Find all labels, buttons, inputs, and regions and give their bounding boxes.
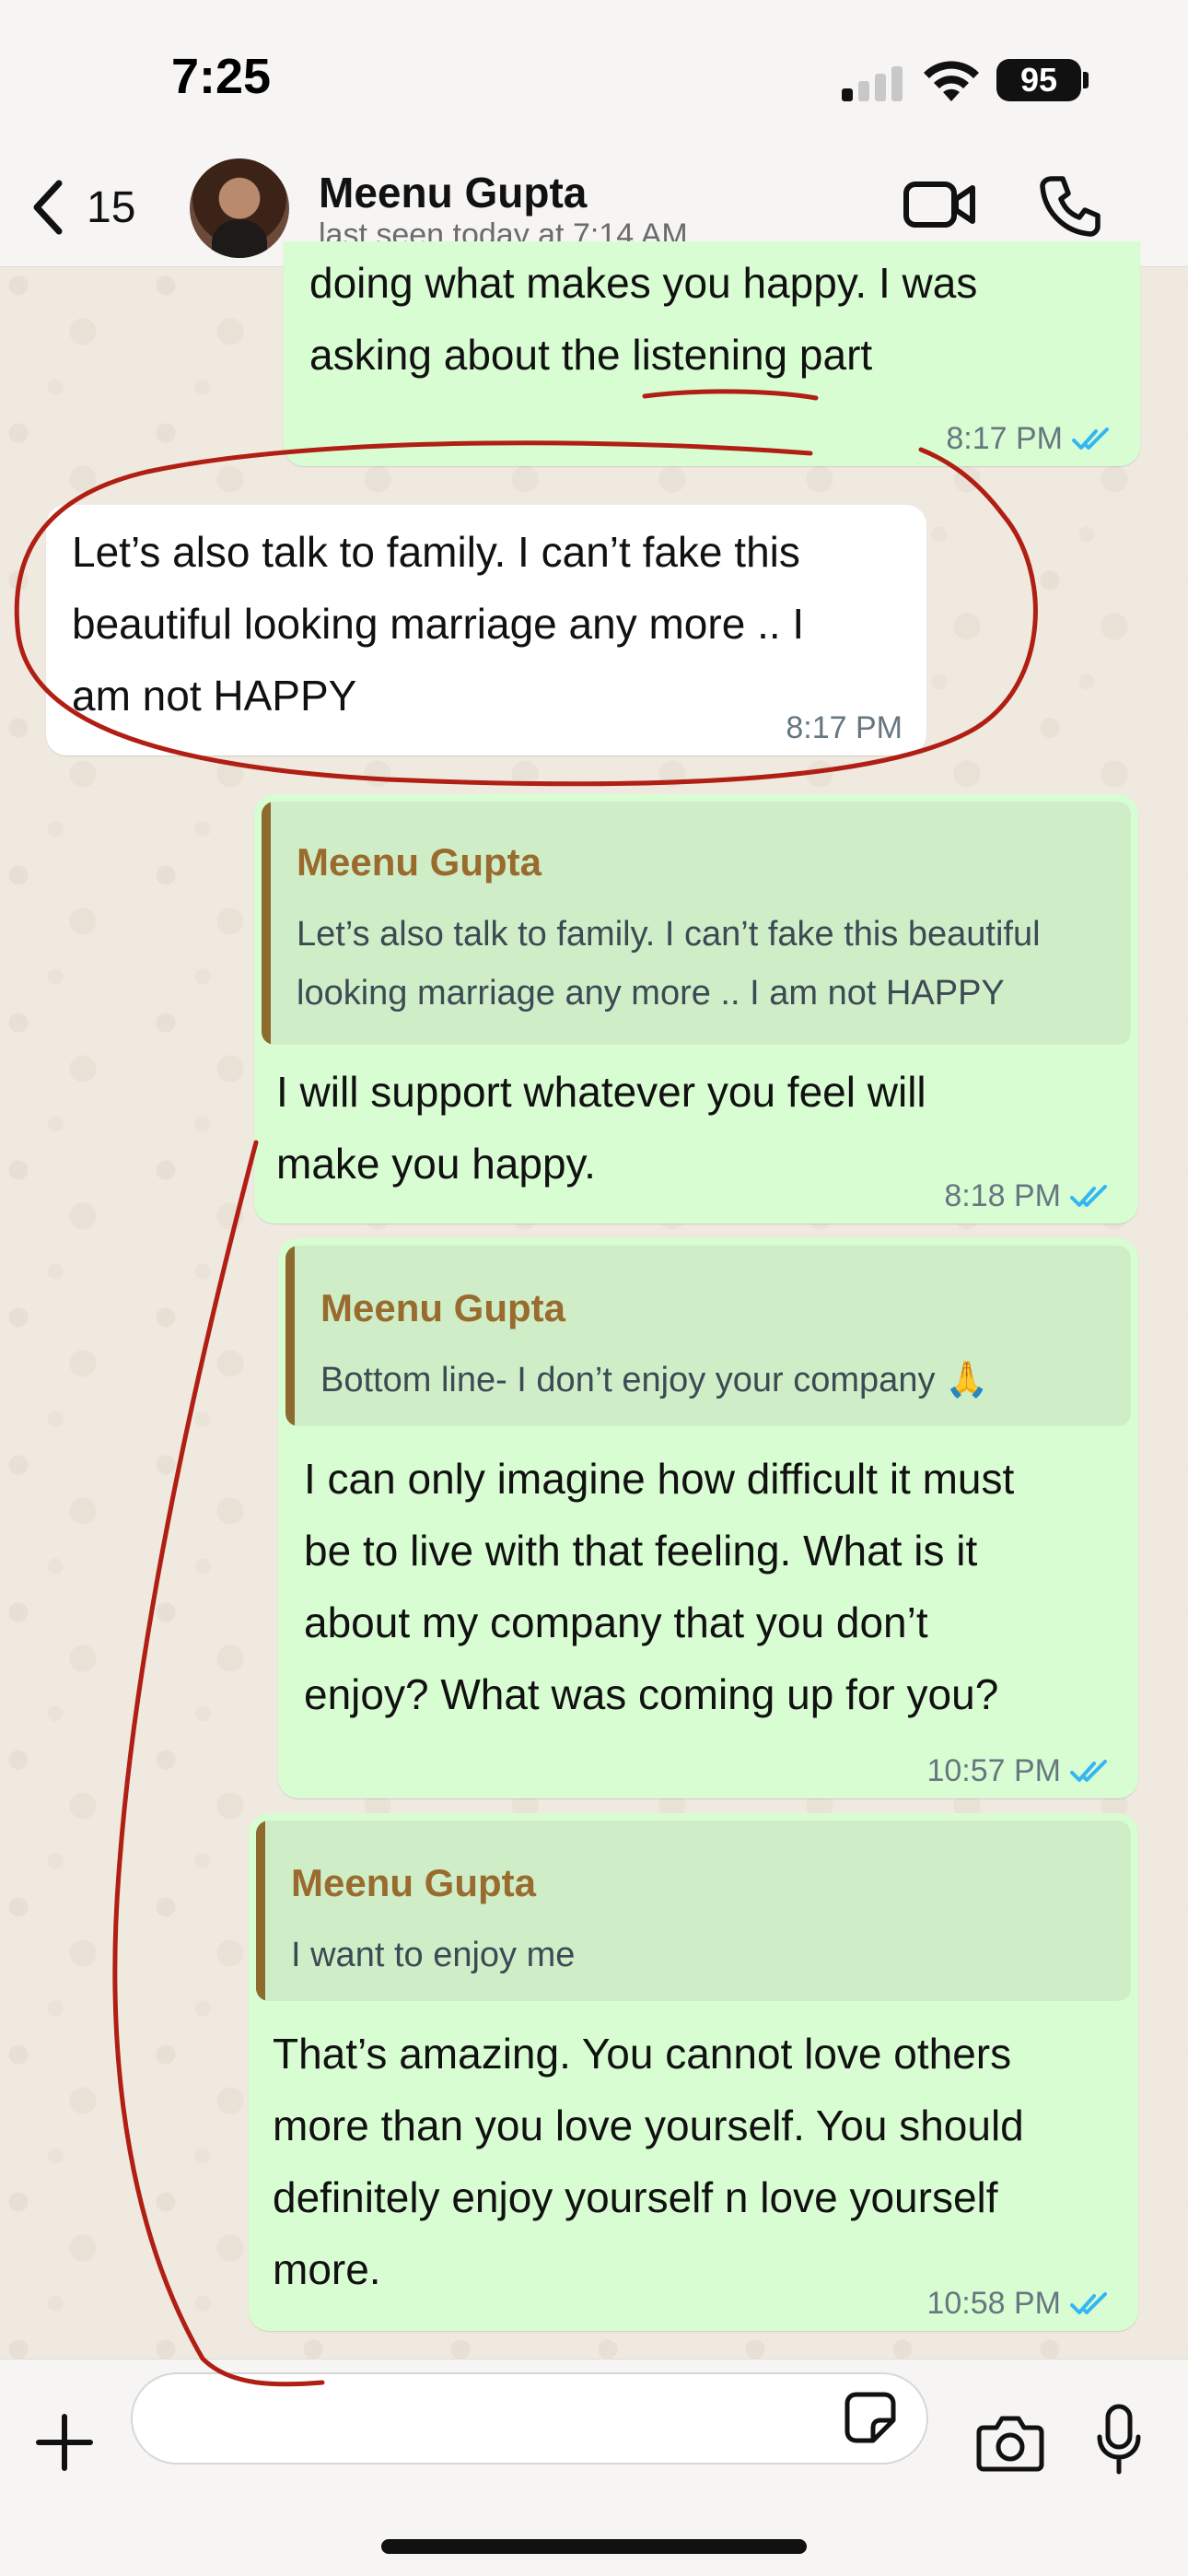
message-input[interactable] bbox=[131, 2372, 928, 2465]
message-line: beautiful looking marriage any more .. I bbox=[72, 600, 805, 648]
message-line: asking about the listening part bbox=[309, 331, 873, 379]
message-meta: 10:57 PM bbox=[926, 1753, 1114, 1789]
quote-accent-bar bbox=[256, 1821, 265, 2001]
contact-name[interactable]: Meenu Gupta bbox=[319, 168, 587, 217]
message-meta: 8:17 PM bbox=[786, 710, 903, 746]
camera-icon[interactable] bbox=[976, 2413, 1044, 2472]
unread-count: 15 bbox=[87, 182, 136, 232]
message-bubble-outgoing[interactable]: Meenu Gupta Let’s also talk to family. I… bbox=[254, 794, 1138, 1224]
battery-indicator: 95 bbox=[996, 59, 1081, 101]
message-line: enjoy? What was coming up for you? bbox=[304, 1670, 999, 1718]
message-line: am not HAPPY bbox=[72, 672, 357, 720]
quote-line: Bottom line- I don’t enjoy your company … bbox=[320, 1361, 989, 1399]
message-time: 10:57 PM bbox=[926, 1753, 1061, 1788]
message-bubble-outgoing[interactable]: Meenu Gupta Bottom line- I don’t enjoy y… bbox=[278, 1238, 1138, 1798]
read-ticks-icon bbox=[1070, 1759, 1107, 1782]
message-bubble-outgoing[interactable]: doing what makes you happy. I was asking… bbox=[284, 241, 1140, 466]
message-time: 8:17 PM bbox=[786, 710, 903, 745]
quote-accent-bar bbox=[285, 1246, 295, 1426]
phone-icon[interactable] bbox=[1039, 173, 1103, 238]
quoted-message[interactable]: Meenu Gupta I want to enjoy me bbox=[256, 1821, 1131, 2001]
status-bar: 7:25 95 bbox=[0, 0, 1188, 147]
message-line: be to live with that feeling. What is it bbox=[304, 1527, 978, 1575]
cellular-signal-icon bbox=[842, 64, 906, 101]
quote-line: I want to enjoy me bbox=[291, 1936, 576, 1974]
quoted-message[interactable]: Meenu Gupta Let’s also talk to family. I… bbox=[262, 802, 1131, 1045]
sticker-icon[interactable] bbox=[844, 2391, 897, 2444]
message-time: 8:18 PM bbox=[944, 1178, 1061, 1213]
message-line: I will support whatever you feel will bbox=[276, 1068, 926, 1116]
quote-author: Meenu Gupta bbox=[297, 840, 542, 884]
video-call-icon[interactable] bbox=[903, 175, 976, 234]
status-time: 7:25 bbox=[171, 49, 272, 104]
message-line: definitely enjoy yourself n love yoursel… bbox=[273, 2173, 998, 2221]
message-line: more. bbox=[273, 2245, 381, 2293]
plus-icon[interactable] bbox=[35, 2413, 94, 2472]
message-time: 8:17 PM bbox=[946, 421, 1063, 456]
message-meta: 10:58 PM bbox=[926, 2286, 1114, 2322]
quote-author: Meenu Gupta bbox=[291, 1861, 537, 1904]
message-line: make you happy. bbox=[276, 1140, 596, 1188]
quoted-message[interactable]: Meenu Gupta Bottom line- I don’t enjoy y… bbox=[285, 1246, 1131, 1426]
message-meta: 8:18 PM bbox=[944, 1178, 1114, 1214]
message-line: That’s amazing. You cannot love others bbox=[273, 2030, 1012, 2078]
avatar[interactable] bbox=[190, 158, 289, 258]
message-line: I can only imagine how difficult it must bbox=[304, 1455, 1015, 1503]
message-line: Let’s also talk to family. I can’t fake … bbox=[72, 528, 800, 576]
message-line: more than you love yourself. You should bbox=[273, 2102, 1024, 2149]
message-line: doing what makes you happy. I was bbox=[309, 259, 978, 307]
quote-line: Let’s also talk to family. I can’t fake … bbox=[297, 915, 1041, 954]
back-button[interactable]: 15 bbox=[28, 175, 135, 240]
message-bubble-incoming[interactable]: Let’s also talk to family. I can’t fake … bbox=[46, 505, 926, 755]
quote-line: looking marriage any more .. I am not HA… bbox=[297, 974, 1005, 1013]
microphone-icon[interactable] bbox=[1096, 2404, 1142, 2476]
battery-tip bbox=[1083, 72, 1089, 88]
chevron-left-icon bbox=[33, 180, 63, 235]
message-bubble-outgoing[interactable]: Meenu Gupta I want to enjoy me That’s am… bbox=[249, 1813, 1138, 2331]
message-meta: 8:17 PM bbox=[946, 421, 1116, 457]
wifi-icon bbox=[924, 61, 979, 101]
quote-accent-bar bbox=[262, 802, 271, 1045]
home-indicator bbox=[381, 2539, 807, 2554]
quote-author: Meenu Gupta bbox=[320, 1286, 566, 1329]
read-ticks-icon bbox=[1072, 427, 1109, 450]
read-ticks-icon bbox=[1070, 2291, 1107, 2314]
message-line: about my company that you don’t bbox=[304, 1598, 928, 1646]
read-ticks-icon bbox=[1070, 1184, 1107, 1207]
message-time: 10:58 PM bbox=[926, 2286, 1061, 2321]
